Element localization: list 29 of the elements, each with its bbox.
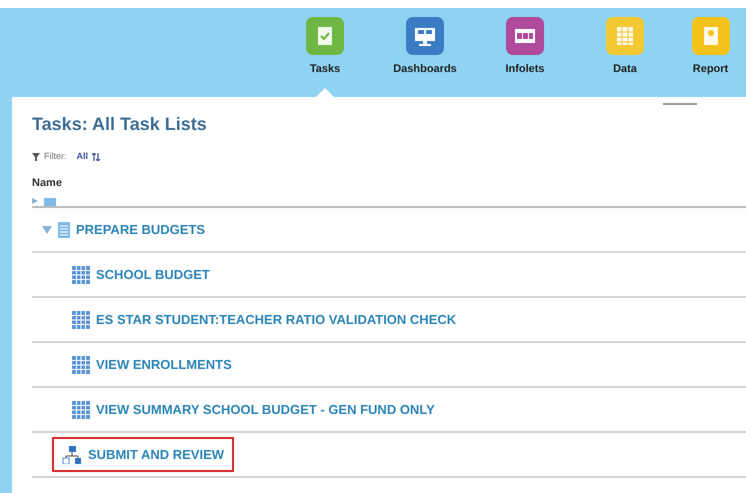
app-tab[interactable]: Infolets xyxy=(475,8,575,97)
tasks-app-icon xyxy=(306,17,344,55)
grid-icon xyxy=(72,266,90,284)
filter-value[interactable]: All xyxy=(76,150,88,164)
grid-icon xyxy=(72,400,90,418)
task-link[interactable]: SUBMIT AND REVIEW xyxy=(88,444,224,464)
task-link[interactable]: SCHOOL BUDGET xyxy=(96,264,210,284)
dashboards-app-icon xyxy=(406,17,444,55)
task-link[interactable]: PREPARE BUDGETS xyxy=(76,220,206,240)
task-link[interactable]: VIEW SUMMARY SCHOOL BUDGET - GEN FUND ONLY xyxy=(96,400,435,420)
clipped-row-icon xyxy=(32,198,56,206)
app-tab[interactable]: Data xyxy=(575,8,675,97)
data-app-icon xyxy=(606,17,644,55)
reports-app-icon xyxy=(692,17,730,55)
task-link[interactable]: ES STAR STUDENT:TEACHER RATIO VALIDATION CHECK xyxy=(96,310,456,330)
sort-icon[interactable] xyxy=(92,152,100,161)
filter-icon[interactable] xyxy=(32,152,40,161)
infolets-app-icon xyxy=(506,17,544,55)
filter-label: Filter: xyxy=(44,150,66,163)
hierarchy-icon xyxy=(62,446,82,464)
app-tab[interactable]: Dashboards xyxy=(375,8,475,97)
document-icon xyxy=(58,222,70,238)
column-header: Name xyxy=(32,176,63,190)
task-link[interactable]: VIEW ENROLLMENTS xyxy=(96,354,232,374)
page-title: Tasks: All Task Lists xyxy=(32,113,208,136)
grip-handle[interactable] xyxy=(663,103,697,105)
grid-icon xyxy=(72,310,90,328)
app-tab[interactable]: Report xyxy=(675,8,746,97)
grid-icon xyxy=(72,356,90,374)
